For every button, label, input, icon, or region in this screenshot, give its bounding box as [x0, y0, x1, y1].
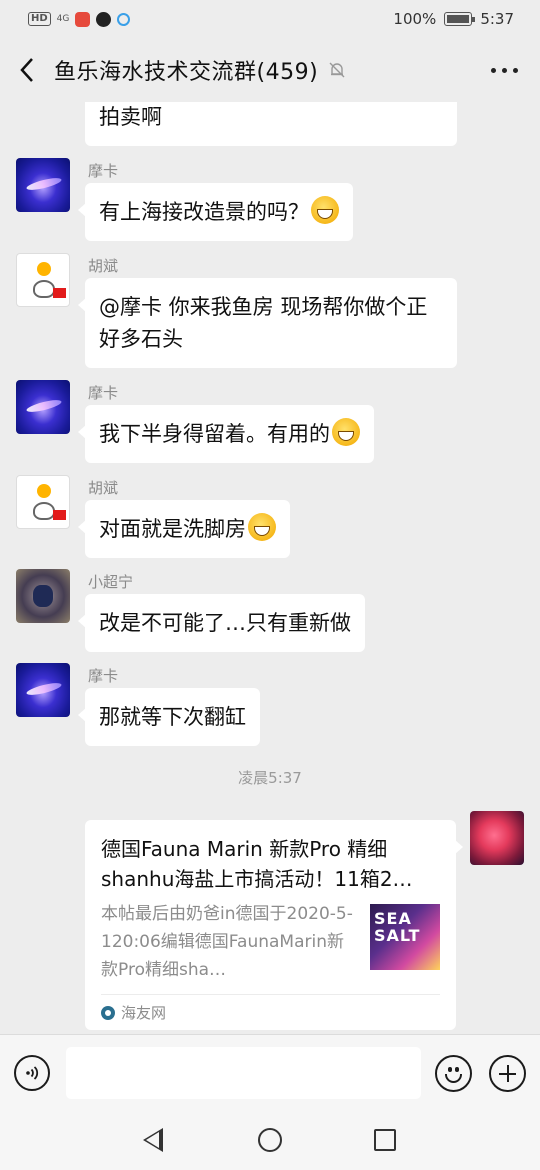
- tears-of-joy-emoji-icon: [248, 513, 276, 541]
- message-bubble[interactable]: 有上海接改造景的吗？: [78, 183, 353, 241]
- mute-bell-icon: [329, 62, 345, 78]
- message-text: 改是不可能了…只有重新做: [99, 611, 351, 635]
- avatar[interactable]: [16, 380, 70, 434]
- dot-icon: [513, 67, 518, 73]
- eye-icon: [455, 1067, 459, 1072]
- chat-header: 鱼乐海水技术交流群(459): [0, 38, 540, 102]
- cat-icon: [33, 502, 55, 520]
- message-bubble[interactable]: 改是不可能了…只有重新做: [78, 594, 365, 652]
- message-text: 拍卖啊: [99, 105, 162, 129]
- grinning-emoji-icon: [311, 196, 339, 224]
- card-title: 德国Fauna Marin 新款Pro 精细shanhu海盐上市搞活动！11箱2…: [101, 837, 413, 891]
- emoji-button[interactable]: [435, 1055, 472, 1092]
- avatar[interactable]: [470, 811, 524, 865]
- sender-name: 摩卡: [88, 384, 119, 402]
- card-source: 海友网: [101, 994, 440, 1030]
- dot-icon: [491, 67, 496, 73]
- message-text: 我下半身得留着。有用的: [99, 422, 330, 446]
- message-text: 那就等下次翻缸: [99, 705, 246, 729]
- chat-title: 鱼乐海水技术交流群(459): [54, 60, 319, 85]
- tiktok-icon: [96, 11, 112, 27]
- system-nav-bar: [0, 1112, 540, 1170]
- back-button[interactable]: [0, 38, 54, 102]
- sender-name: 胡斌: [88, 257, 119, 275]
- sender-name: 摩卡: [88, 162, 119, 180]
- sun-icon: [37, 262, 51, 276]
- nav-home-icon[interactable]: [258, 1128, 282, 1152]
- source-logo-icon: [101, 1005, 115, 1020]
- source-name: 海友网: [121, 1004, 167, 1022]
- message-text: 对面就是洗脚房: [99, 517, 246, 541]
- voice-input-button[interactable]: [14, 1055, 50, 1091]
- message-bubble[interactable]: 那就等下次翻缸: [78, 688, 260, 746]
- shared-link-card[interactable]: 德国Fauna Marin 新款Pro 精细shanhu海盐上市搞活动！11箱2…: [85, 820, 463, 1030]
- chevron-left-icon: [20, 58, 33, 82]
- message-text: 有上海接改造景的吗？: [99, 200, 309, 224]
- clock: 5:37: [480, 10, 514, 28]
- input-bar: [0, 1034, 540, 1112]
- hd-indicator: HD: [28, 12, 51, 26]
- message-bubble[interactable]: 我下半身得留着。有用的: [78, 405, 374, 463]
- card-thumbnail: SEA SALT: [370, 904, 440, 970]
- message-bubble[interactable]: @摩卡 你来我鱼房 现场帮你做个正好多石头: [78, 278, 457, 368]
- sender-name: 摩卡: [88, 667, 119, 685]
- status-bar: HD 4G 100% 5:37: [0, 0, 540, 38]
- chat-message-list[interactable]: 拍卖啊 摩卡 有上海接改造景的吗？ 胡斌 @摩卡 你来我鱼房 现场帮你做个正好多…: [0, 102, 540, 1034]
- sender-name: 小超宁: [88, 573, 134, 591]
- sun-icon: [37, 484, 51, 498]
- message-text: @摩卡 你来我鱼房 现场帮你做个正好多石头: [99, 295, 428, 351]
- avatar[interactable]: [16, 569, 70, 623]
- nav-back-icon[interactable]: [143, 1128, 163, 1152]
- sync-icon: [117, 12, 131, 26]
- message-bubble[interactable]: 拍卖啊: [85, 102, 457, 146]
- battery-percent: 100%: [393, 10, 437, 28]
- nav-recents-icon[interactable]: [374, 1129, 396, 1151]
- grimacing-emoji-icon: [332, 418, 360, 446]
- more-options-button[interactable]: [491, 58, 518, 82]
- avatar[interactable]: [16, 475, 70, 529]
- avatar[interactable]: [16, 158, 70, 212]
- dot-icon: [502, 67, 507, 73]
- cat-icon: [33, 280, 55, 298]
- message-bubble[interactable]: 对面就是洗脚房: [78, 500, 290, 558]
- avatar[interactable]: [16, 663, 70, 717]
- china-flag-icon: [53, 288, 66, 298]
- smile-icon: [445, 1074, 462, 1083]
- card-description: 本帖最后由奶爸in德国于2020-5-120:06编辑德国FaunaMarin新…: [101, 904, 353, 980]
- avatar[interactable]: [16, 253, 70, 307]
- sender-name: 胡斌: [88, 479, 119, 497]
- battery-icon: [444, 12, 476, 26]
- message-timestamp: 凌晨5:37: [238, 769, 302, 787]
- more-functions-button[interactable]: [489, 1055, 526, 1092]
- app-notification-icon: [75, 11, 91, 27]
- eye-icon: [448, 1067, 452, 1072]
- network-signal-icon: 4G: [56, 13, 70, 24]
- china-flag-icon: [53, 510, 66, 520]
- thumbnail-text: SEA SALT: [374, 909, 421, 945]
- message-input[interactable]: [66, 1047, 421, 1099]
- voice-icon: [26, 1066, 39, 1080]
